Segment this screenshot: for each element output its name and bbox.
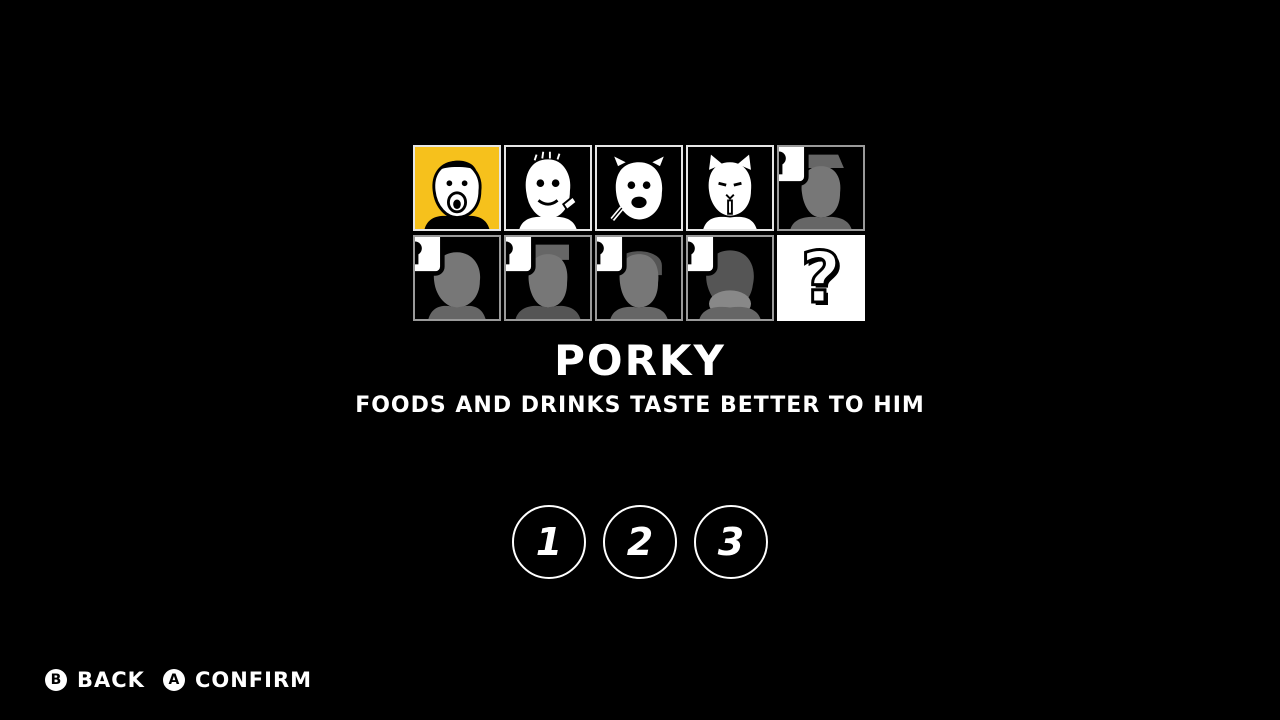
save-slot-1[interactable]: 1	[512, 505, 586, 579]
back-button[interactable]: B BACK	[45, 668, 145, 692]
character-grid: ?	[413, 145, 867, 321]
character-slot-locked-8[interactable]	[595, 235, 683, 321]
padlock-icon	[688, 237, 718, 276]
character-description: FOODS AND DRINKS TASTE BETTER TO HIM	[355, 393, 925, 418]
character-select-screen: ? PORKY FOODS AND DRINKS TASTE BETTER TO…	[0, 0, 1280, 720]
character-slot-4[interactable]	[686, 145, 774, 231]
character-slot-locked-9[interactable]	[686, 235, 774, 321]
padlock-icon	[597, 237, 627, 276]
b-button-icon: B	[45, 669, 67, 691]
character-name: PORKY	[554, 336, 726, 385]
padlock-icon	[506, 237, 536, 276]
character-portrait-icon	[415, 147, 499, 229]
button-prompts: B BACK A CONFIRM	[45, 667, 330, 693]
character-slot-2[interactable]	[504, 145, 592, 231]
character-portrait-icon	[610, 156, 664, 221]
a-button-icon: A	[162, 669, 185, 691]
character-slot-locked-6[interactable]	[413, 235, 501, 321]
confirm-label: CONFIRM	[194, 668, 313, 692]
character-slot-locked-7[interactable]	[504, 235, 592, 321]
character-slot-mystery[interactable]: ?	[777, 235, 865, 321]
save-slot-3[interactable]: 3	[694, 505, 768, 579]
character-slot-porky[interactable]	[413, 145, 501, 231]
character-slot-3[interactable]	[595, 145, 683, 231]
save-slot-2[interactable]: 2	[603, 505, 677, 579]
back-label: BACK	[77, 668, 145, 692]
question-mark-icon: ?	[799, 237, 843, 319]
save-slot-selector: 1 2 3	[512, 505, 768, 579]
character-portrait-icon	[519, 151, 578, 229]
character-portrait-icon	[703, 154, 757, 229]
character-slot-locked-5[interactable]	[777, 145, 865, 231]
padlock-icon	[779, 147, 809, 186]
padlock-icon	[415, 237, 445, 276]
confirm-button[interactable]: A CONFIRM	[162, 668, 313, 692]
